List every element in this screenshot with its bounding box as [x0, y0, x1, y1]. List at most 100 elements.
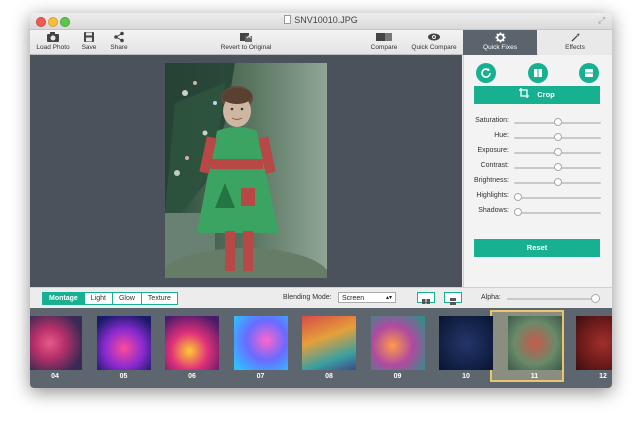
photo-canvas[interactable]: [30, 55, 462, 287]
texture-thumbnail[interactable]: [233, 316, 288, 370]
slider-label: Hue:: [494, 132, 509, 139]
texture-thumbnail-label: 10: [462, 373, 470, 380]
blend-bar: Montage Light Glow Texture Blending Mode: S…: [30, 287, 612, 309]
texture-thumbnail-label: 09: [393, 373, 402, 380]
save-label: Save: [81, 44, 97, 51]
quick-compare-button[interactable]: Quick Compare: [410, 31, 458, 51]
revert-to-original-button[interactable]: Revert to Original: [218, 31, 274, 51]
mode-tab-texture[interactable]: Texture: [141, 293, 177, 304]
quick-fixes-panel: Crop Saturation: Hue: Exposure: Contrast: Br…: [463, 55, 612, 287]
magic-wand-icon: [570, 32, 580, 42]
slider-label: Saturation:: [475, 117, 509, 124]
crop-button[interactable]: Crop: [474, 86, 600, 104]
tab-quick-fixes-label: Quick Fixes: [483, 44, 517, 51]
blending-mode-value: Screen: [342, 295, 365, 302]
reset-button[interactable]: Reset: [474, 239, 600, 257]
rotate-icon: [481, 68, 491, 78]
alpha-slider-thumb[interactable]: [591, 294, 600, 303]
slider-thumb[interactable]: [553, 163, 562, 171]
slider-thumb[interactable]: [514, 208, 522, 216]
slider-label: Contrast:: [480, 162, 509, 169]
slider-track[interactable]: [514, 212, 601, 214]
texture-thumbnail-label: 11: [530, 373, 539, 380]
slider-row: Hue:: [464, 131, 612, 143]
side-by-side-view-button[interactable]: [417, 292, 435, 304]
photo-preview: [165, 63, 327, 278]
reset-label: Reset: [526, 243, 548, 252]
slider-row: Contrast:: [464, 161, 612, 173]
slider-thumb[interactable]: [553, 133, 562, 141]
load-photo-label: Load Photo: [36, 44, 70, 51]
fullscreen-icon[interactable]: ⤢: [598, 16, 607, 25]
slider-row: Highlights:: [464, 191, 612, 203]
flip-horizontal-icon: [534, 69, 542, 77]
share-label: Share: [110, 44, 128, 51]
slider-thumb[interactable]: [514, 193, 522, 201]
share-button[interactable]: Share: [107, 31, 131, 51]
texture-thumbnail-label: 12: [599, 373, 607, 380]
texture-thumbnail[interactable]: [165, 316, 219, 370]
blending-mode-select[interactable]: Screen ▴▾: [338, 292, 396, 303]
texture-thumbnail-label: 04: [51, 373, 59, 380]
compare-button[interactable]: Compare: [368, 31, 400, 51]
alpha-slider-track[interactable]: [507, 298, 600, 300]
mode-tab-montage[interactable]: Montage: [43, 293, 85, 304]
texture-thumbnail[interactable]: [96, 316, 151, 370]
compare-icon: [376, 33, 392, 41]
texture-thumbnail[interactable]: [30, 316, 82, 370]
window-title: SNV10010.JPG: [30, 15, 612, 25]
slider-row: Saturation:: [464, 116, 612, 128]
rotate-button[interactable]: [476, 63, 496, 83]
texture-thumbnail-label: 06: [188, 373, 196, 380]
texture-thumbnail[interactable]: [370, 316, 425, 370]
blending-mode-label: Blending Mode:: [283, 294, 332, 301]
slider-label: Brightness:: [473, 177, 509, 184]
texture-thumbnail[interactable]: [439, 316, 493, 370]
flip-vertical-icon: [585, 69, 593, 77]
columns-icon: [422, 299, 430, 304]
slider-label: Highlights:: [476, 192, 509, 199]
mode-tab-glow[interactable]: Glow: [112, 293, 142, 304]
quick-compare-label: Quick Compare: [411, 44, 457, 51]
photo-image: [165, 63, 327, 278]
mode-segmented-control: Montage Light Glow Texture: [42, 292, 178, 305]
slider-thumb[interactable]: [553, 178, 562, 186]
slider-label: Exposure:: [477, 147, 509, 154]
window-title-text: SNV10010.JPG: [294, 15, 358, 25]
texture-thumbnail[interactable]: [507, 316, 562, 370]
camera-icon: [47, 32, 59, 42]
crop-label: Crop: [537, 90, 555, 99]
panel-tabs: Quick Fixes Effects: [463, 30, 612, 55]
texture-thumbnail[interactable]: [576, 316, 612, 370]
mode-tab-light[interactable]: Light: [84, 293, 113, 304]
title-bar: SNV10010.JPG ⤢: [30, 13, 612, 30]
texture-filmstrip: 04 05 06 07 08 09 10 11 12: [30, 308, 612, 388]
compare-label: Compare: [370, 44, 398, 51]
flip-vertical-button[interactable]: [579, 63, 599, 83]
slider-row: Shadows:: [464, 206, 612, 218]
slider-label: Shadows:: [478, 207, 509, 214]
crop-icon: [519, 88, 530, 98]
slider-track[interactable]: [514, 197, 601, 199]
slider-row: Brightness:: [464, 176, 612, 188]
flip-horizontal-button[interactable]: [528, 63, 548, 83]
slider-thumb[interactable]: [553, 118, 562, 126]
save-icon: [84, 32, 94, 42]
slider-row: Exposure:: [464, 146, 612, 158]
stacked-view-button[interactable]: [444, 292, 462, 305]
file-icon: [284, 15, 292, 24]
slider-thumb[interactable]: [553, 148, 562, 156]
share-icon: [114, 31, 124, 43]
tab-quick-fixes[interactable]: Quick Fixes: [463, 30, 537, 55]
revert-icon: [240, 33, 252, 42]
alpha-label: Alpha:: [481, 294, 501, 301]
texture-thumbnail-label: 07: [256, 373, 265, 380]
save-button[interactable]: Save: [78, 31, 100, 51]
texture-thumbnail[interactable]: [302, 316, 356, 370]
select-arrows-icon: ▴▾: [385, 295, 392, 301]
texture-thumbnail-label: 05: [119, 373, 128, 380]
rows-icon: [450, 298, 456, 305]
load-photo-button[interactable]: Load Photo: [35, 31, 71, 51]
tab-effects[interactable]: Effects: [538, 30, 612, 55]
tab-effects-label: Effects: [565, 44, 585, 51]
